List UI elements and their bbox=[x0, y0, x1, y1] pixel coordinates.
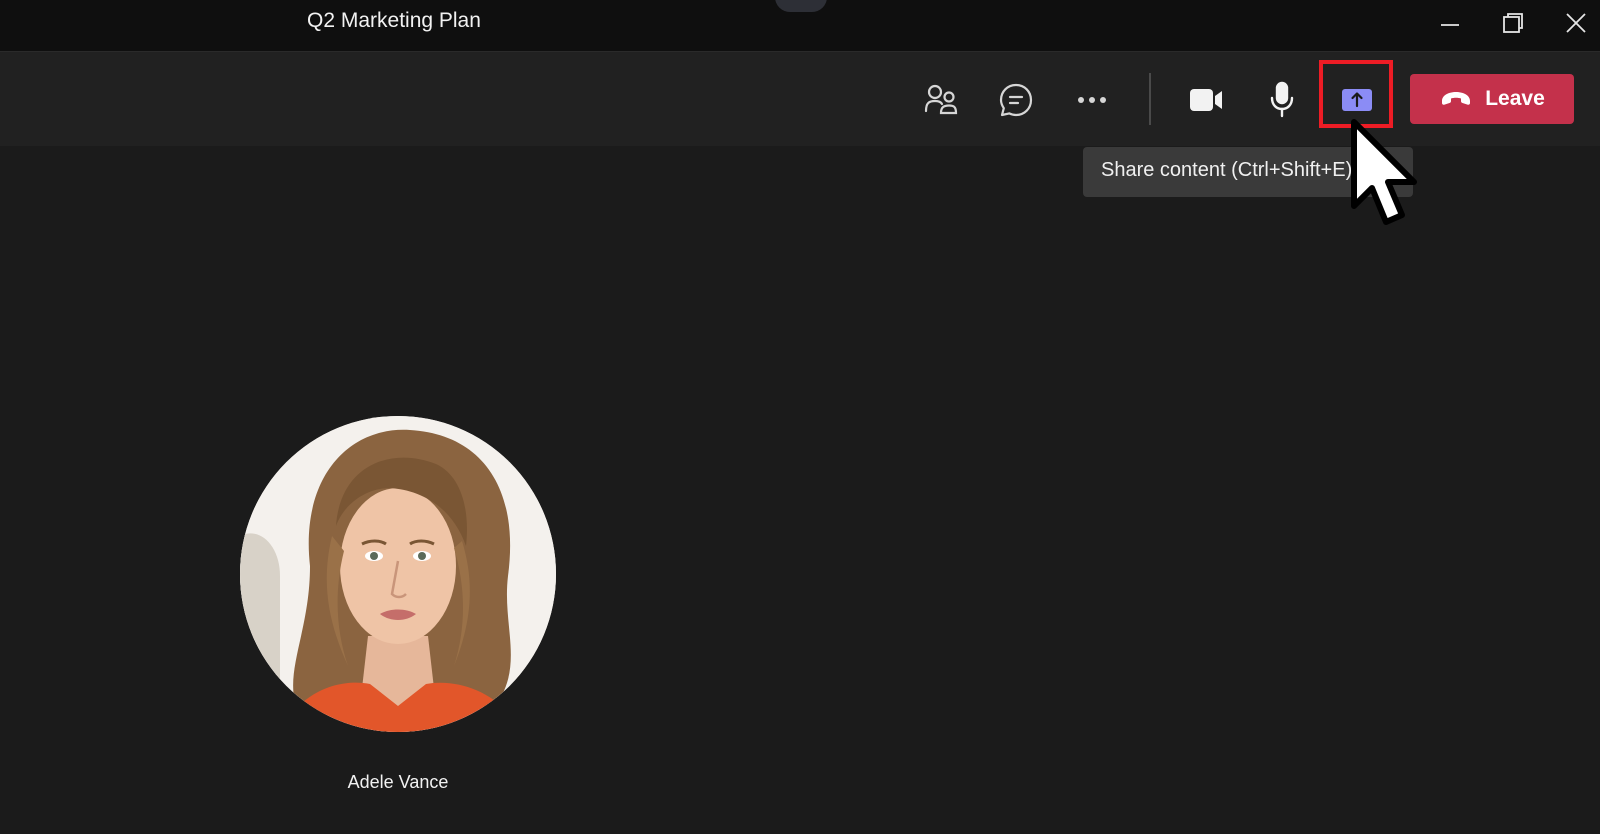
restore-icon bbox=[1503, 13, 1523, 33]
participant-photo bbox=[240, 416, 556, 732]
more-options-icon bbox=[1078, 97, 1106, 103]
phone-hangup-icon bbox=[1442, 92, 1471, 105]
leave-label: Leave bbox=[1485, 87, 1545, 110]
participant-avatar bbox=[240, 416, 556, 732]
minimize-icon bbox=[1441, 24, 1459, 26]
camera-button[interactable] bbox=[1177, 71, 1235, 129]
chat-button[interactable] bbox=[987, 71, 1045, 129]
share-content-icon bbox=[1342, 89, 1372, 111]
top-notch bbox=[775, 0, 827, 12]
close-button[interactable] bbox=[1553, 4, 1599, 42]
toolbar-divider bbox=[1149, 73, 1151, 125]
more-options-button[interactable] bbox=[1063, 71, 1121, 129]
leave-button[interactable]: Leave bbox=[1410, 74, 1574, 124]
camera-icon bbox=[1190, 89, 1222, 111]
restore-button[interactable] bbox=[1490, 4, 1536, 42]
microphone-button[interactable] bbox=[1253, 71, 1311, 129]
participant-name: Adele Vance bbox=[347, 772, 449, 792]
people-button[interactable] bbox=[912, 71, 970, 129]
people-icon bbox=[924, 84, 958, 115]
close-icon bbox=[1566, 13, 1586, 33]
minimize-button[interactable] bbox=[1427, 4, 1473, 42]
chat-icon bbox=[999, 83, 1033, 117]
window-title: Q2 Marketing Plan bbox=[307, 9, 481, 32]
microphone-icon bbox=[1270, 81, 1294, 118]
title-bar: Q2 Marketing Plan bbox=[0, 0, 1600, 52]
mouse-cursor-icon bbox=[1351, 119, 1417, 225]
